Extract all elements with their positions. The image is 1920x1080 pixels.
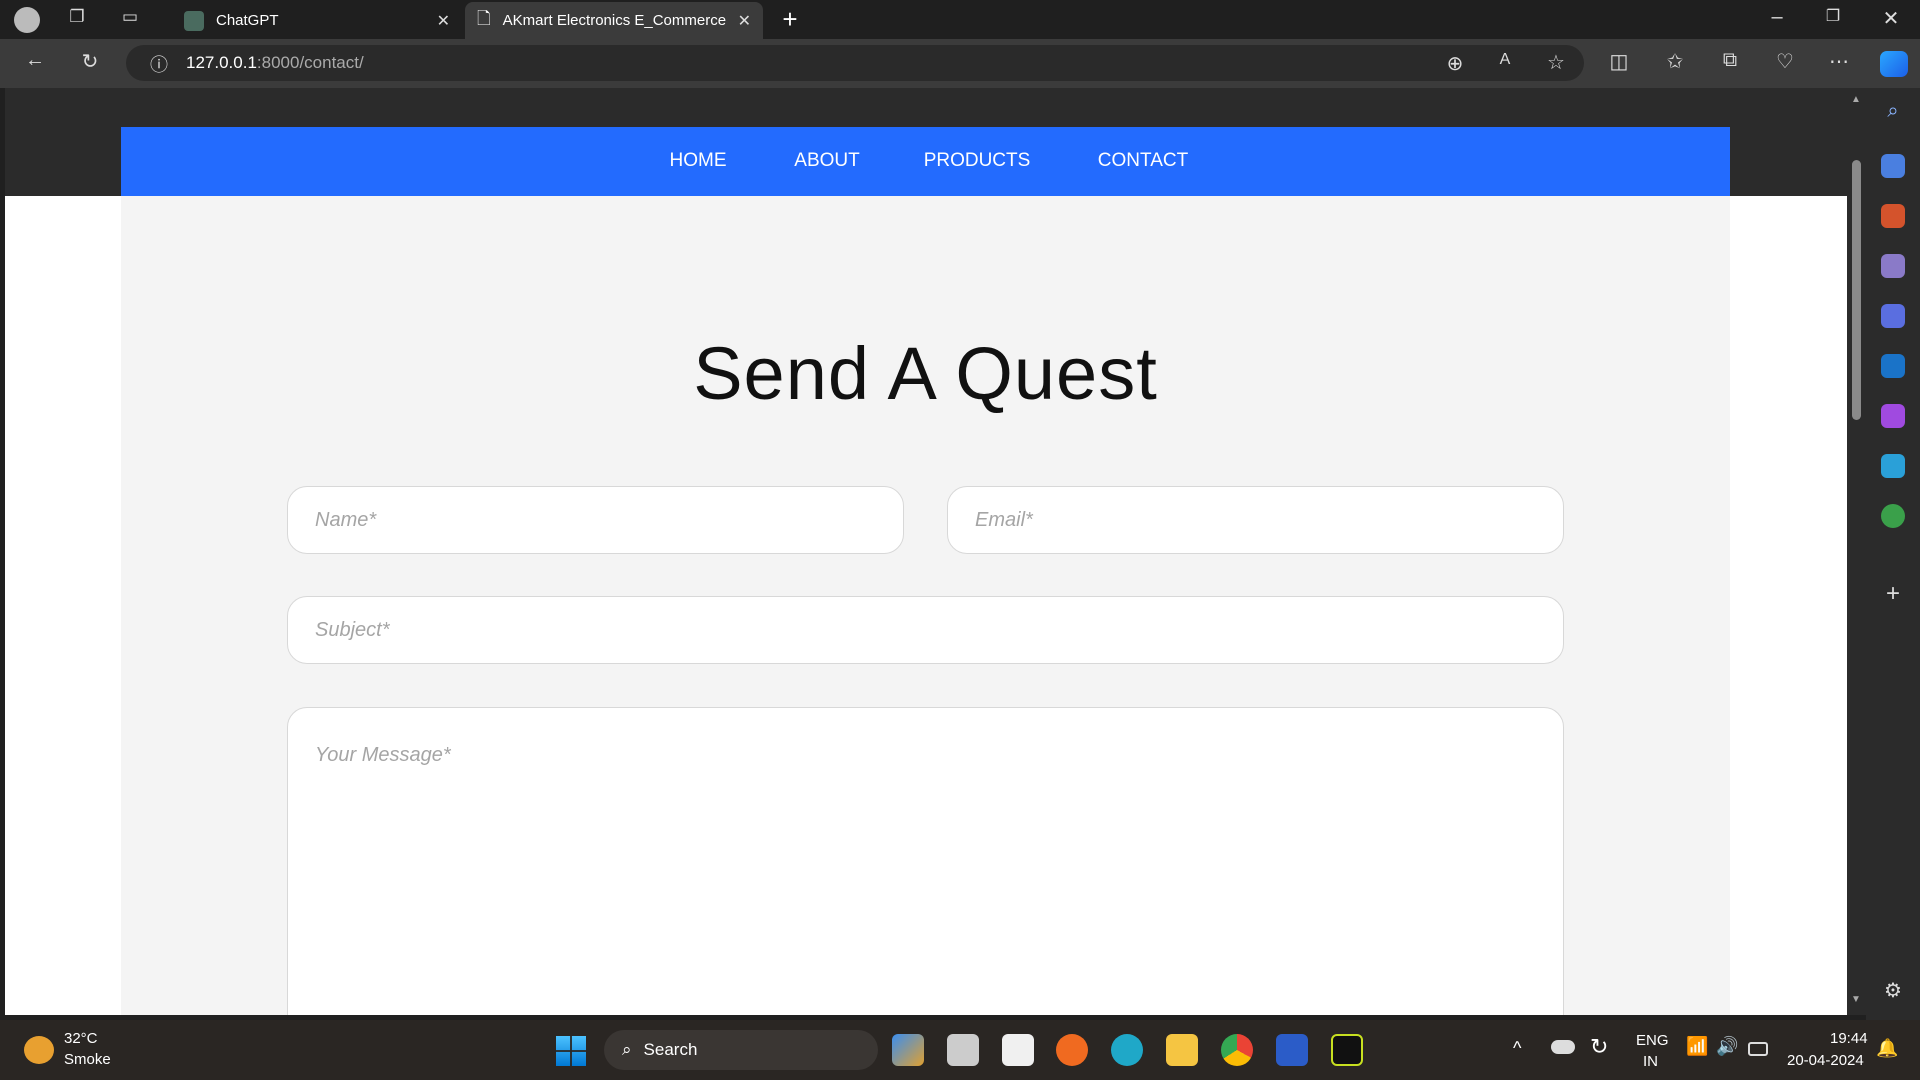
clock-date[interactable]: 20-04-2024 bbox=[1787, 1052, 1864, 1069]
subject-placeholder: Subject* bbox=[315, 618, 390, 641]
close-window-icon[interactable]: ✕ bbox=[1876, 6, 1906, 31]
page-title: Send A Quest bbox=[693, 332, 1158, 415]
tab-bar: ❐ ▭ ChatGPT ✕ 🗋 AKmart Electronics E_Com… bbox=[0, 0, 1920, 39]
browser-essentials-icon[interactable]: ♡ bbox=[1770, 49, 1800, 74]
taskbar: 32°C Smoke ⌕ Search ^ ↻ ENG IN 📶 🔊 19:44 … bbox=[0, 1020, 1920, 1080]
word-icon[interactable] bbox=[1276, 1034, 1308, 1066]
weather-desc[interactable]: Smoke bbox=[64, 1051, 111, 1068]
more-icon[interactable]: ⋯ bbox=[1824, 49, 1854, 74]
tab-title: AKmart Electronics E_Commerce bbox=[502, 12, 727, 29]
subject-input[interactable]: Subject* bbox=[287, 596, 1564, 664]
outlook-icon[interactable] bbox=[1881, 354, 1905, 378]
address-bar-row: ← ↻ ⓘ 127.0.0.1:8000/contact/ ⊕ A ☆ ◫ ✩ … bbox=[0, 39, 1920, 88]
nav-products[interactable]: PRODUCTS bbox=[924, 150, 1031, 172]
notification-bell-icon[interactable]: 🔔 bbox=[1876, 1038, 1898, 1059]
tab-akmart[interactable]: 🗋 AKmart Electronics E_Commerce ✕ bbox=[465, 2, 763, 39]
copilot-app-icon[interactable] bbox=[1881, 304, 1905, 328]
nav-contact[interactable]: CONTACT bbox=[1098, 150, 1188, 172]
nav-about[interactable]: ABOUT bbox=[794, 150, 859, 172]
copilot-pre-icon[interactable] bbox=[892, 1034, 924, 1066]
pycharm-icon[interactable] bbox=[1331, 1034, 1363, 1066]
firefox-icon[interactable] bbox=[1056, 1034, 1088, 1066]
email-placeholder: Email* bbox=[975, 508, 1033, 531]
start-icon[interactable] bbox=[556, 1036, 586, 1066]
zoom-icon[interactable]: ⊕ bbox=[1440, 51, 1470, 76]
chrome-icon[interactable] bbox=[1221, 1034, 1253, 1066]
restore-icon[interactable]: ❐ bbox=[1818, 6, 1848, 26]
region-indicator[interactable]: IN bbox=[1643, 1053, 1658, 1070]
file-explorer-icon[interactable] bbox=[1166, 1034, 1198, 1066]
weather-icon[interactable] bbox=[24, 1036, 54, 1064]
page-viewport: HOME ABOUT PRODUCTS CONTACT Send A Quest… bbox=[5, 88, 1847, 1015]
nav-home[interactable]: HOME bbox=[670, 150, 727, 172]
shopping-tag-icon[interactable] bbox=[1881, 154, 1905, 178]
contact-section: Send A Quest Name* Email* Subject* Your … bbox=[121, 196, 1730, 1015]
sync-icon[interactable]: ↻ bbox=[1590, 1034, 1608, 1060]
collections-icon[interactable]: ⧉ bbox=[1715, 49, 1745, 72]
search-icon: ⌕ bbox=[622, 1040, 632, 1059]
header-band: HOME ABOUT PRODUCTS CONTACT bbox=[5, 88, 1847, 196]
scroll-down-icon[interactable]: ▼ bbox=[1851, 994, 1861, 1005]
search-label: Search bbox=[643, 1040, 698, 1059]
refresh-icon[interactable]: ↻ bbox=[75, 49, 105, 74]
profile-avatar-icon[interactable] bbox=[14, 7, 40, 33]
designer-icon[interactable] bbox=[1881, 404, 1905, 428]
show-hidden-icons[interactable]: ^ bbox=[1513, 1038, 1521, 1059]
copilot-icon[interactable] bbox=[1880, 51, 1908, 77]
volume-icon[interactable]: 🔊 bbox=[1716, 1036, 1738, 1057]
tab-title: ChatGPT bbox=[216, 12, 279, 29]
taskbar-search[interactable]: ⌕ Search bbox=[604, 1030, 878, 1070]
telegram-icon[interactable] bbox=[1881, 454, 1905, 478]
message-placeholder: Your Message* bbox=[315, 744, 451, 766]
vertical-tabs-icon[interactable]: ▭ bbox=[115, 7, 145, 27]
workspaces-icon[interactable]: ❐ bbox=[62, 7, 92, 27]
tree-icon[interactable] bbox=[1881, 504, 1905, 528]
onedrive-icon[interactable] bbox=[1551, 1040, 1575, 1054]
task-view-icon[interactable] bbox=[947, 1034, 979, 1066]
favorites-icon[interactable]: ✩ bbox=[1660, 49, 1690, 74]
tab-chatgpt[interactable]: ChatGPT ✕ bbox=[172, 2, 462, 39]
close-tab-icon[interactable]: ✕ bbox=[738, 11, 751, 31]
close-tab-icon[interactable]: ✕ bbox=[437, 11, 450, 31]
wifi-icon[interactable]: 📶 bbox=[1686, 1036, 1708, 1057]
url-host: 127.0.0.1 bbox=[186, 53, 257, 72]
page-favicon-icon: 🗋 bbox=[477, 9, 491, 28]
info-icon[interactable]: ⓘ bbox=[144, 51, 174, 77]
message-textarea[interactable]: Your Message* bbox=[287, 707, 1564, 1015]
read-aloud-icon[interactable]: A bbox=[1490, 51, 1520, 69]
games-icon[interactable] bbox=[1881, 254, 1905, 278]
minimize-icon[interactable]: – bbox=[1762, 6, 1792, 29]
language-indicator[interactable]: ENG bbox=[1636, 1032, 1669, 1049]
email-input[interactable]: Email* bbox=[947, 486, 1564, 554]
scrollbar-thumb[interactable] bbox=[1852, 160, 1861, 420]
main-nav: HOME ABOUT PRODUCTS CONTACT bbox=[121, 127, 1730, 196]
url-path: :8000/contact/ bbox=[256, 53, 364, 72]
tools-icon[interactable] bbox=[1881, 204, 1905, 228]
edge-icon[interactable] bbox=[1111, 1034, 1143, 1066]
back-icon[interactable]: ← bbox=[20, 49, 50, 72]
chatgpt-favicon-icon bbox=[184, 10, 204, 31]
weather-temp[interactable]: 32°C bbox=[64, 1030, 98, 1047]
search-icon[interactable]: ⌕ bbox=[1878, 100, 1908, 123]
store-icon[interactable] bbox=[1002, 1034, 1034, 1066]
edge-sidebar: ⌕ + ⚙ bbox=[1866, 88, 1920, 1020]
page-scrollbar[interactable]: ▲ ▼ bbox=[1847, 88, 1866, 1015]
settings-gear-icon[interactable]: ⚙ bbox=[1878, 978, 1908, 1003]
new-tab-icon[interactable]: + bbox=[775, 4, 805, 35]
url-field[interactable]: ⓘ 127.0.0.1:8000/contact/ ⊕ A ☆ bbox=[126, 45, 1584, 81]
add-sidebar-app-icon[interactable]: + bbox=[1878, 580, 1908, 608]
split-screen-icon[interactable]: ◫ bbox=[1604, 49, 1634, 74]
clock-time[interactable]: 19:44 bbox=[1830, 1030, 1868, 1047]
scroll-up-icon[interactable]: ▲ bbox=[1851, 94, 1861, 105]
battery-icon[interactable] bbox=[1748, 1042, 1768, 1056]
name-placeholder: Name* bbox=[315, 508, 377, 531]
favorite-star-icon[interactable]: ☆ bbox=[1541, 50, 1571, 75]
name-input[interactable]: Name* bbox=[287, 486, 904, 554]
